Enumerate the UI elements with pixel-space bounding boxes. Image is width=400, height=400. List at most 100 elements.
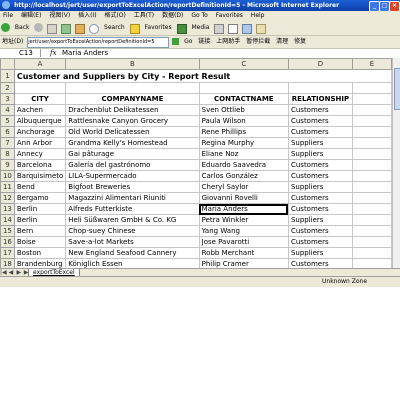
contact-cell[interactable]: Carlos González [198,170,289,182]
refresh-icon[interactable] [61,24,72,34]
relationship-cell[interactable]: Suppliers [287,148,353,160]
contact-cell[interactable]: Paula Wilson [198,115,289,127]
row-header[interactable]: 2 [0,82,15,94]
contact-cell[interactable]: Sven Ottlieb [198,104,289,116]
relationship-cell[interactable]: Customers [287,258,353,268]
row-header[interactable]: 1 [0,69,15,83]
forward-arrow-icon[interactable] [34,23,44,32]
mail-icon[interactable] [228,24,239,34]
city-cell[interactable]: Barquisimeto [13,170,67,182]
select-all-corner[interactable] [0,58,15,70]
company-cell[interactable]: Drachenblut Delikatessen [65,104,200,116]
city-cell[interactable]: Ann Arbor [13,137,67,149]
row-header[interactable]: 8 [0,148,15,160]
empty-cell[interactable] [351,214,392,226]
back-button[interactable]: Back [15,21,30,35]
contact-cell[interactable]: Giovanni Rovelli [198,192,289,204]
favorites-button[interactable]: Favorites [145,21,172,35]
relationship-cell[interactable]: Customers [287,115,353,127]
relationship-cell[interactable]: Suppliers [287,214,353,226]
row-header[interactable]: 4 [0,104,15,116]
empty-cell[interactable] [351,181,392,193]
relationship-cell[interactable]: Customers [287,104,353,116]
column-title[interactable]: CITY [13,93,67,105]
company-cell[interactable]: Gai pâturage [65,148,200,160]
row-header[interactable]: 7 [0,137,15,149]
city-cell[interactable]: Bergamo [13,192,67,204]
history-icon[interactable] [214,24,225,34]
scrollbar-thumb[interactable] [394,68,400,110]
row-header[interactable]: 12 [0,192,15,204]
vertical-scrollbar[interactable] [392,58,400,268]
row-header[interactable]: 3 [0,93,15,105]
empty-cell[interactable] [351,258,392,268]
pause-block-button[interactable]: 暂停拦截 [246,36,270,48]
relationship-cell[interactable]: Customers [287,159,353,171]
column-header-d[interactable]: D [287,58,353,70]
company-cell[interactable]: LILA-Supermercado [65,170,200,182]
contact-cell[interactable]: Petra Winkler [198,214,289,226]
empty-cell[interactable] [351,159,392,171]
city-cell[interactable]: Bend [13,181,67,193]
empty-cell[interactable] [351,170,392,182]
contact-cell[interactable]: Rene Phillips [198,126,289,138]
relationship-cell[interactable]: Customers [287,192,353,204]
company-cell[interactable]: Old World Delicatessen [65,126,200,138]
menu-edit[interactable]: 编辑(E) [18,12,44,19]
contact-cell[interactable]: Jose Pavarotti [198,236,289,248]
menu-tools[interactable]: 工具(T) [131,12,157,19]
row-header[interactable]: 6 [0,126,15,138]
column-title[interactable]: CONTACTNAME [198,93,289,105]
company-cell[interactable]: Magazzini Alimentari Riuniti [65,192,200,204]
column-header-e[interactable]: E [351,58,392,70]
column-header-a[interactable]: A [13,58,67,70]
contact-cell[interactable]: Eliane Noz [198,148,289,160]
empty-cell[interactable] [351,148,392,160]
links-button[interactable]: 链接 [198,36,210,48]
name-box[interactable]: C13 [1,49,41,57]
company-cell[interactable]: Heli Süßwaren GmbH & Co. KG [65,214,200,226]
empty-cell[interactable] [351,247,392,259]
city-cell[interactable]: Brandenburg [13,258,67,268]
row-header[interactable]: 15 [0,225,15,237]
contact-cell[interactable]: Philip Cramer [198,258,289,268]
company-cell[interactable]: Alfreds Futterkiste [65,203,200,215]
contact-cell[interactable]: Regina Murphy [198,137,289,149]
contact-cell[interactable]: Cheryl Saylor [198,181,289,193]
empty-cell[interactable] [13,82,67,94]
empty-cell[interactable] [198,82,289,94]
contact-cell[interactable]: Yang Wang [198,225,289,237]
empty-cell[interactable] [351,93,392,105]
menu-goto[interactable]: Go To [188,12,211,19]
city-cell[interactable]: Boston [13,247,67,259]
back-arrow-icon[interactable] [1,23,10,32]
contact-cell[interactable]: Robb Merchant [198,247,289,259]
menu-data[interactable]: 数据(D) [159,12,186,19]
relationship-cell[interactable]: Customers [287,126,353,138]
column-header-c[interactable]: C [198,58,289,70]
relationship-cell[interactable]: Customers [287,170,353,182]
menu-insert[interactable]: 插入(I) [75,12,99,19]
company-cell[interactable]: Save-a-lot Markets [65,236,200,248]
empty-cell[interactable] [351,192,392,204]
search-button[interactable]: Search [104,21,125,35]
row-header[interactable]: 16 [0,236,15,248]
stop-icon[interactable] [47,24,58,34]
edit-icon[interactable] [256,24,267,34]
city-cell[interactable]: Barcelona [13,159,67,171]
empty-cell[interactable] [351,137,392,149]
column-title[interactable]: COMPANYNAME [65,93,200,105]
company-cell[interactable]: Königlich Essen [65,258,200,268]
relationship-cell[interactable]: Customers [287,225,353,237]
media-button[interactable]: Media [191,21,209,35]
menu-favorites[interactable]: Favorites [213,12,246,19]
empty-cell[interactable] [287,82,353,94]
menu-view[interactable]: 视图(V) [46,12,73,19]
company-cell[interactable]: Galería del gastrónomo [65,159,200,171]
relationship-cell[interactable]: Customers [287,203,353,215]
company-cell[interactable]: Grandma Kelly's Homestead [65,137,200,149]
menu-format[interactable]: 格式(O) [101,12,128,19]
go-arrow-icon[interactable] [172,38,180,45]
company-cell[interactable]: Rattlesnake Canyon Grocery [65,115,200,127]
relationship-cell[interactable]: Suppliers [287,247,353,259]
